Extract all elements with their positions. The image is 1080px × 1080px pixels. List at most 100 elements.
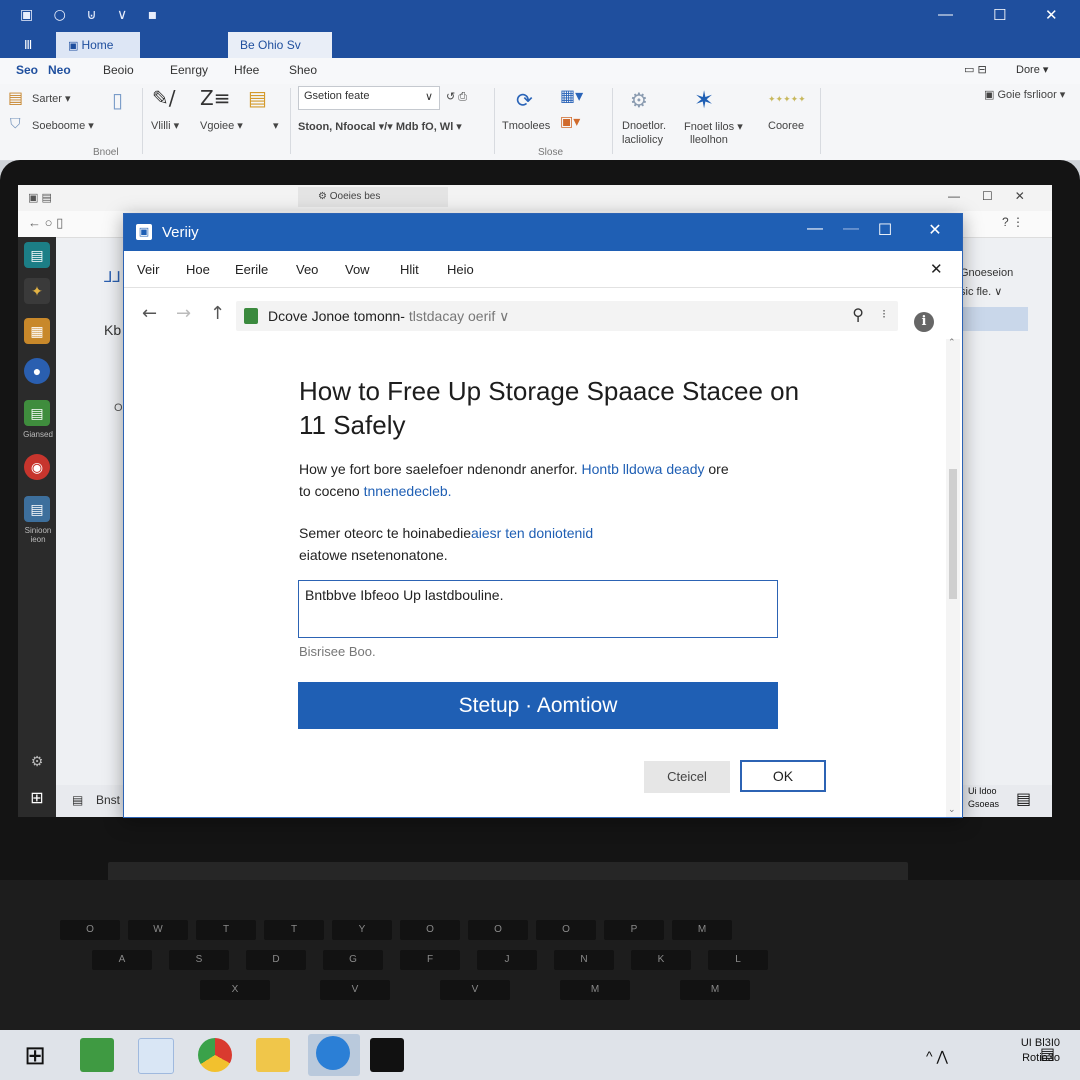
keyboard-key[interactable]: M [672, 920, 732, 940]
ribbon-right-option[interactable]: ▣ Goie fsrlioor ▾ [984, 88, 1065, 101]
cancel-button[interactable]: Cteicel [644, 761, 730, 793]
ribbon-desc-label[interactable]: Dnoetlor. [622, 120, 666, 132]
keyboard-key[interactable]: X [200, 980, 270, 1000]
back-arrow-icon[interactable]: ← [142, 303, 157, 324]
setup-button[interactable]: Stetup · Aomtiow [298, 682, 778, 729]
font-format-row[interactable]: Stoon, Nfoocal ▾/▾ Mdb fO, Wl ▾ [298, 120, 462, 133]
host-minimize-button[interactable]: — [938, 6, 953, 23]
sidebar-browser-icon[interactable]: ◉ [24, 454, 50, 480]
host-menu-item[interactable]: Seo [16, 63, 38, 77]
ribbon-view-label[interactable]: Vlilli ▾ [151, 119, 179, 132]
sidebar-sheet-icon[interactable]: ▤ [24, 400, 50, 426]
host-tab-active[interactable]: Be Ohio Sv [228, 32, 332, 58]
keyboard-key[interactable]: M [680, 980, 750, 1000]
settings-gear-icon[interactable]: ⚙ [24, 748, 50, 774]
host-menu-item[interactable]: Neo [48, 63, 71, 77]
text-style-icon[interactable]: Z≡ [200, 86, 230, 110]
ribbon-find-label[interactable]: Fnoet lilos ▾ [684, 120, 743, 133]
inline-link[interactable]: Hontb lldowa deady [582, 461, 705, 477]
keyboard-key[interactable]: A [92, 950, 152, 970]
keyboard-key[interactable]: O [468, 920, 528, 940]
paste-icon[interactable]: ▤ [8, 88, 23, 107]
host-tab-home[interactable]: ▣ Home [56, 32, 140, 58]
gear-icon[interactable]: ⚙ [630, 88, 648, 112]
chevron-down-icon[interactable]: ▾ [273, 119, 279, 132]
ribbon-display-option[interactable]: Dore ▾ [1016, 63, 1048, 76]
styles-icon[interactable]: ▣▾ [560, 114, 580, 130]
host-menu-item[interactable]: Hfee [234, 63, 259, 77]
tray-arrow-icon[interactable]: ^ ⋀ [926, 1048, 948, 1065]
menu-item[interactable]: Eerile [235, 262, 268, 277]
chrome-icon[interactable] [198, 1038, 232, 1072]
host-close-button[interactable]: ✕ [1045, 6, 1058, 24]
sidebar-app-icon[interactable]: ▤ [24, 242, 50, 268]
keyboard-key[interactable]: T [264, 920, 324, 940]
up-arrow-icon[interactable]: ↑ [210, 303, 225, 324]
pen-icon[interactable]: ✎/ [152, 86, 176, 110]
sidebar-star-icon[interactable]: ✦ [24, 278, 50, 304]
background-window-controls[interactable]: —☐✕ [948, 189, 1047, 203]
right-panel-button[interactable] [958, 307, 1028, 331]
keyboard-key[interactable]: G [323, 950, 383, 970]
keyboard-key[interactable]: P [604, 920, 664, 940]
ribbon-clip-label-2[interactable]: Soeboome ▾ [32, 119, 94, 132]
photos-app-icon[interactable] [138, 1038, 174, 1074]
forward-arrow-icon[interactable]: → [176, 303, 191, 324]
info-icon[interactable]: i [914, 312, 934, 332]
ribbon-voice-label[interactable]: Vgoiee ▾ [200, 119, 243, 132]
keyboard-key[interactable]: V [320, 980, 390, 1000]
minimize-button[interactable]: — [800, 220, 830, 238]
back-arrow-icon[interactable]: ← ○ ▯ [28, 215, 63, 231]
keyboard-key[interactable]: J [477, 950, 537, 970]
ok-button[interactable]: OK [740, 760, 826, 792]
printer-icon[interactable]: ▭ ⊟ [964, 63, 987, 76]
keyboard-key[interactable]: K [631, 950, 691, 970]
windows-start-icon[interactable]: ⊞ [24, 786, 50, 812]
menu-item[interactable]: Veir [137, 262, 159, 277]
keyboard-key[interactable]: O [400, 920, 460, 940]
keyboard-key[interactable]: L [708, 950, 768, 970]
menu-item[interactable]: Hlit [400, 262, 419, 277]
scrollbar-thumb[interactable] [949, 469, 957, 599]
close-icon[interactable]: ✕ [930, 260, 943, 278]
file-explorer-icon[interactable] [256, 1038, 290, 1072]
keyboard-key[interactable]: O [536, 920, 596, 940]
ribbon-tools-label[interactable]: Tmoolees [502, 120, 550, 132]
restore-button[interactable]: — [836, 220, 866, 238]
menu-item[interactable]: Veo [296, 262, 318, 277]
address-field[interactable]: Dcove Jonoe tomonn- tlstdacay oerif ∨ ⚲ … [236, 301, 898, 331]
sidebar-calendar-icon[interactable]: ▦ [24, 318, 50, 344]
menu-item[interactable]: Hoe [186, 262, 210, 277]
vertical-scrollbar[interactable]: ⌃ ⌄ [946, 337, 960, 817]
layout-icon[interactable]: ▤ [248, 86, 267, 110]
style-combo[interactable]: Gsetion feate ∨ [298, 86, 440, 110]
terminal-app-icon[interactable] [370, 1038, 404, 1072]
keyboard-key[interactable]: O [60, 920, 120, 940]
keyboard-key[interactable]: S [169, 950, 229, 970]
inline-link[interactable]: tnnenedecleb. [364, 483, 452, 499]
windows-start-icon[interactable]: ⊞ [18, 1038, 52, 1072]
notification-icon[interactable]: ▤ [1040, 1044, 1055, 1064]
host-tab-file[interactable]: Ⅲ [12, 32, 44, 58]
keyboard-key[interactable]: Y [332, 920, 392, 940]
host-menu-item[interactable]: Eenrgy [170, 63, 208, 77]
close-button[interactable]: ✕ [920, 220, 950, 240]
format-icon[interactable]: ▦▾ [560, 86, 583, 105]
quick-access-toolbar[interactable]: ▣ ○ ⊍ ∨ ▪ [20, 7, 165, 23]
inline-link[interactable]: aiesr ten doniotenid [471, 525, 593, 541]
text-input[interactable]: Bntbbve Ibfeoo Up lastdbouline. [298, 580, 778, 638]
keyboard-key[interactable]: V [440, 980, 510, 1000]
undo-icon[interactable]: ↺ ⎙ [446, 90, 467, 104]
scroll-down-icon[interactable]: ⌄ [948, 804, 956, 815]
scroll-up-icon[interactable]: ⌃ [948, 337, 956, 348]
host-menu-item[interactable]: Beoio [103, 63, 134, 77]
host-menu-item[interactable]: Sheo [289, 63, 317, 77]
maximize-button[interactable]: ☐ [870, 220, 900, 240]
keyboard-key[interactable]: M [560, 980, 630, 1000]
keyboard-key[interactable]: F [400, 950, 460, 970]
keyboard-key[interactable]: N [554, 950, 614, 970]
keyboard-key[interactable]: D [246, 950, 306, 970]
menu-item[interactable]: Vow [345, 262, 370, 277]
keyboard-key[interactable]: T [196, 920, 256, 940]
document-icon[interactable]: ▯ [112, 88, 123, 112]
